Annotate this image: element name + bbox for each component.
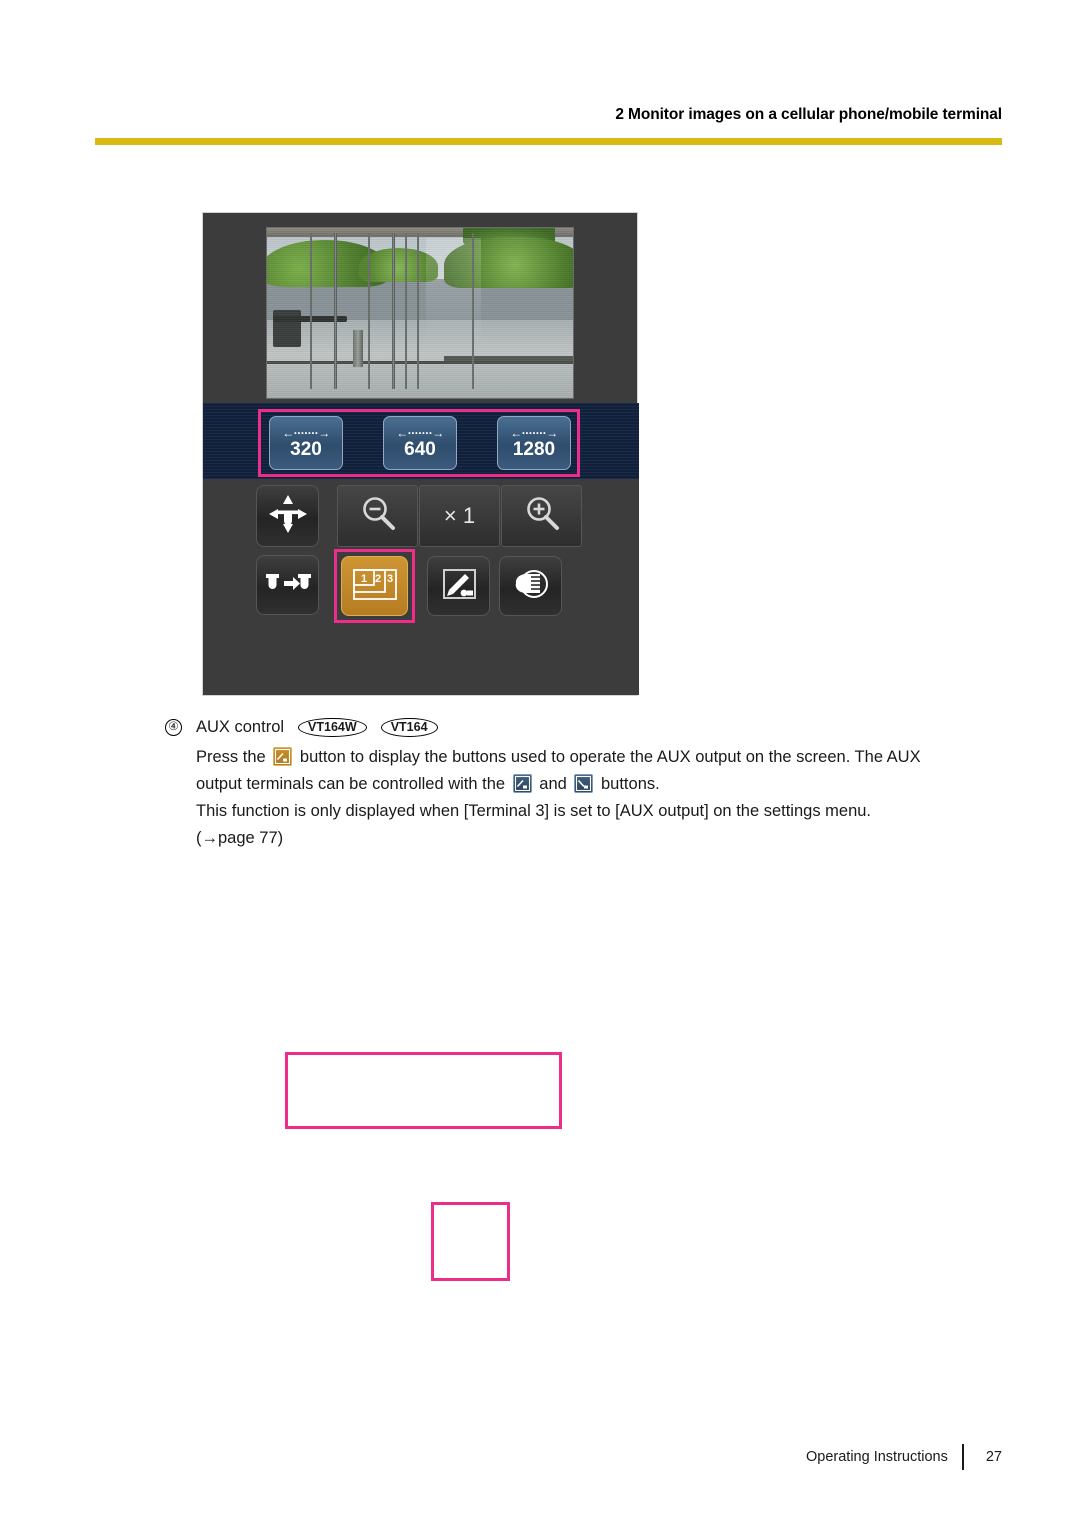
zoom-level-button[interactable]: × 1 xyxy=(419,485,500,547)
camera-mullion-3 xyxy=(367,233,371,390)
camera-floor xyxy=(267,364,573,398)
zoom-in-icon xyxy=(520,492,564,541)
aux-close-blue-icon xyxy=(574,774,594,793)
resolution-button-label: 1280 xyxy=(512,438,556,460)
resolution-button-label: 640 xyxy=(404,438,436,460)
footer-page-number: 27 xyxy=(985,1449,1002,1465)
brightness-button[interactable] xyxy=(427,556,490,616)
paragraph-3: This function is only displayed when [Te… xyxy=(196,802,872,820)
resize-arrow-icon: ←·······→ xyxy=(396,425,444,440)
paragraph-1-after: button to display the buttons used to op… xyxy=(299,748,921,766)
paragraph-4: (→page 77) xyxy=(196,829,284,847)
paragraph-2: output terminals can be controlled with … xyxy=(196,771,1025,798)
item-body-paragraphs: Press the button to display the buttons … xyxy=(196,744,1025,852)
paragraph-1-before: Press the xyxy=(196,748,266,766)
annotation-box-wide xyxy=(285,1052,562,1129)
resolution-button-640[interactable]: ←·······→ 640 xyxy=(383,416,457,470)
zoom-out-icon xyxy=(356,492,400,541)
resize-arrow-icon: ←·······→ xyxy=(282,425,330,440)
paragraph-2-after: buttons. xyxy=(601,775,660,793)
pan-tilt-icon xyxy=(264,490,312,543)
camera-post xyxy=(352,330,364,368)
aux-control-button-highlight xyxy=(334,549,415,623)
camera-mullion-4 xyxy=(392,233,395,390)
footer-separator xyxy=(961,1444,964,1470)
device-screenshot: ←·······→ 320 ←·······→ 640 ←·······→ 12… xyxy=(202,212,639,696)
camera-chair xyxy=(273,309,301,347)
header-title: 2 Monitor images on a cellular phone/mob… xyxy=(615,106,1002,123)
aux-open-gold-icon xyxy=(273,747,293,766)
control-button-area: × 1 1 2 3 xyxy=(203,479,639,695)
annotation-box-small xyxy=(431,1202,510,1281)
preset-move-icon xyxy=(262,566,314,605)
wiper-button[interactable] xyxy=(499,556,562,616)
camera-mullion-1 xyxy=(309,233,313,390)
paragraph-2-middle: and xyxy=(539,775,567,793)
paragraph-1: Press the button to display the buttons … xyxy=(196,744,1025,771)
resize-arrow-icon: ←·······→ xyxy=(510,425,558,440)
body-text-block: ④ AUX control VT164W VT164 Press the but… xyxy=(165,714,1025,852)
camera-mullion-6 xyxy=(416,233,420,390)
camera-mullion-2 xyxy=(334,233,337,390)
brightness-icon xyxy=(437,565,481,608)
footer-label: Operating Instructions xyxy=(806,1449,948,1465)
header-rule xyxy=(95,138,1002,145)
zoom-out-button[interactable] xyxy=(337,485,418,547)
resolution-button-1280[interactable]: ←·······→ 1280 xyxy=(497,416,571,470)
page-header: 2 Monitor images on a cellular phone/mob… xyxy=(95,106,1002,148)
preset-move-button[interactable] xyxy=(256,555,319,615)
pan-tilt-pad-button[interactable] xyxy=(256,485,319,547)
zoom-level-label: × 1 xyxy=(443,503,476,528)
resolution-button-label: 320 xyxy=(290,438,322,460)
zoom-in-button[interactable] xyxy=(501,485,582,547)
aux-open-blue-icon xyxy=(512,774,532,793)
item-title: AUX control xyxy=(196,718,285,736)
model-badge-vt164: VT164 xyxy=(380,717,438,737)
camera-mullion-5 xyxy=(404,233,408,390)
wiper-icon xyxy=(509,565,553,608)
resolution-button-320[interactable]: ←·······→ 320 xyxy=(269,416,343,470)
resolution-bar: ←·······→ 320 ←·······→ 640 ←·······→ 12… xyxy=(203,403,639,479)
item-number: ④ xyxy=(165,718,182,736)
camera-live-image xyxy=(266,227,574,399)
paragraph-2-before: output terminals can be controlled with … xyxy=(196,775,506,793)
item-heading: ④ AUX control VT164W VT164 xyxy=(165,714,1025,740)
page-footer: Operating Instructions 27 xyxy=(806,1444,1002,1470)
model-badge-vt164w: VT164W xyxy=(298,717,367,737)
camera-mullion-7 xyxy=(472,233,475,390)
